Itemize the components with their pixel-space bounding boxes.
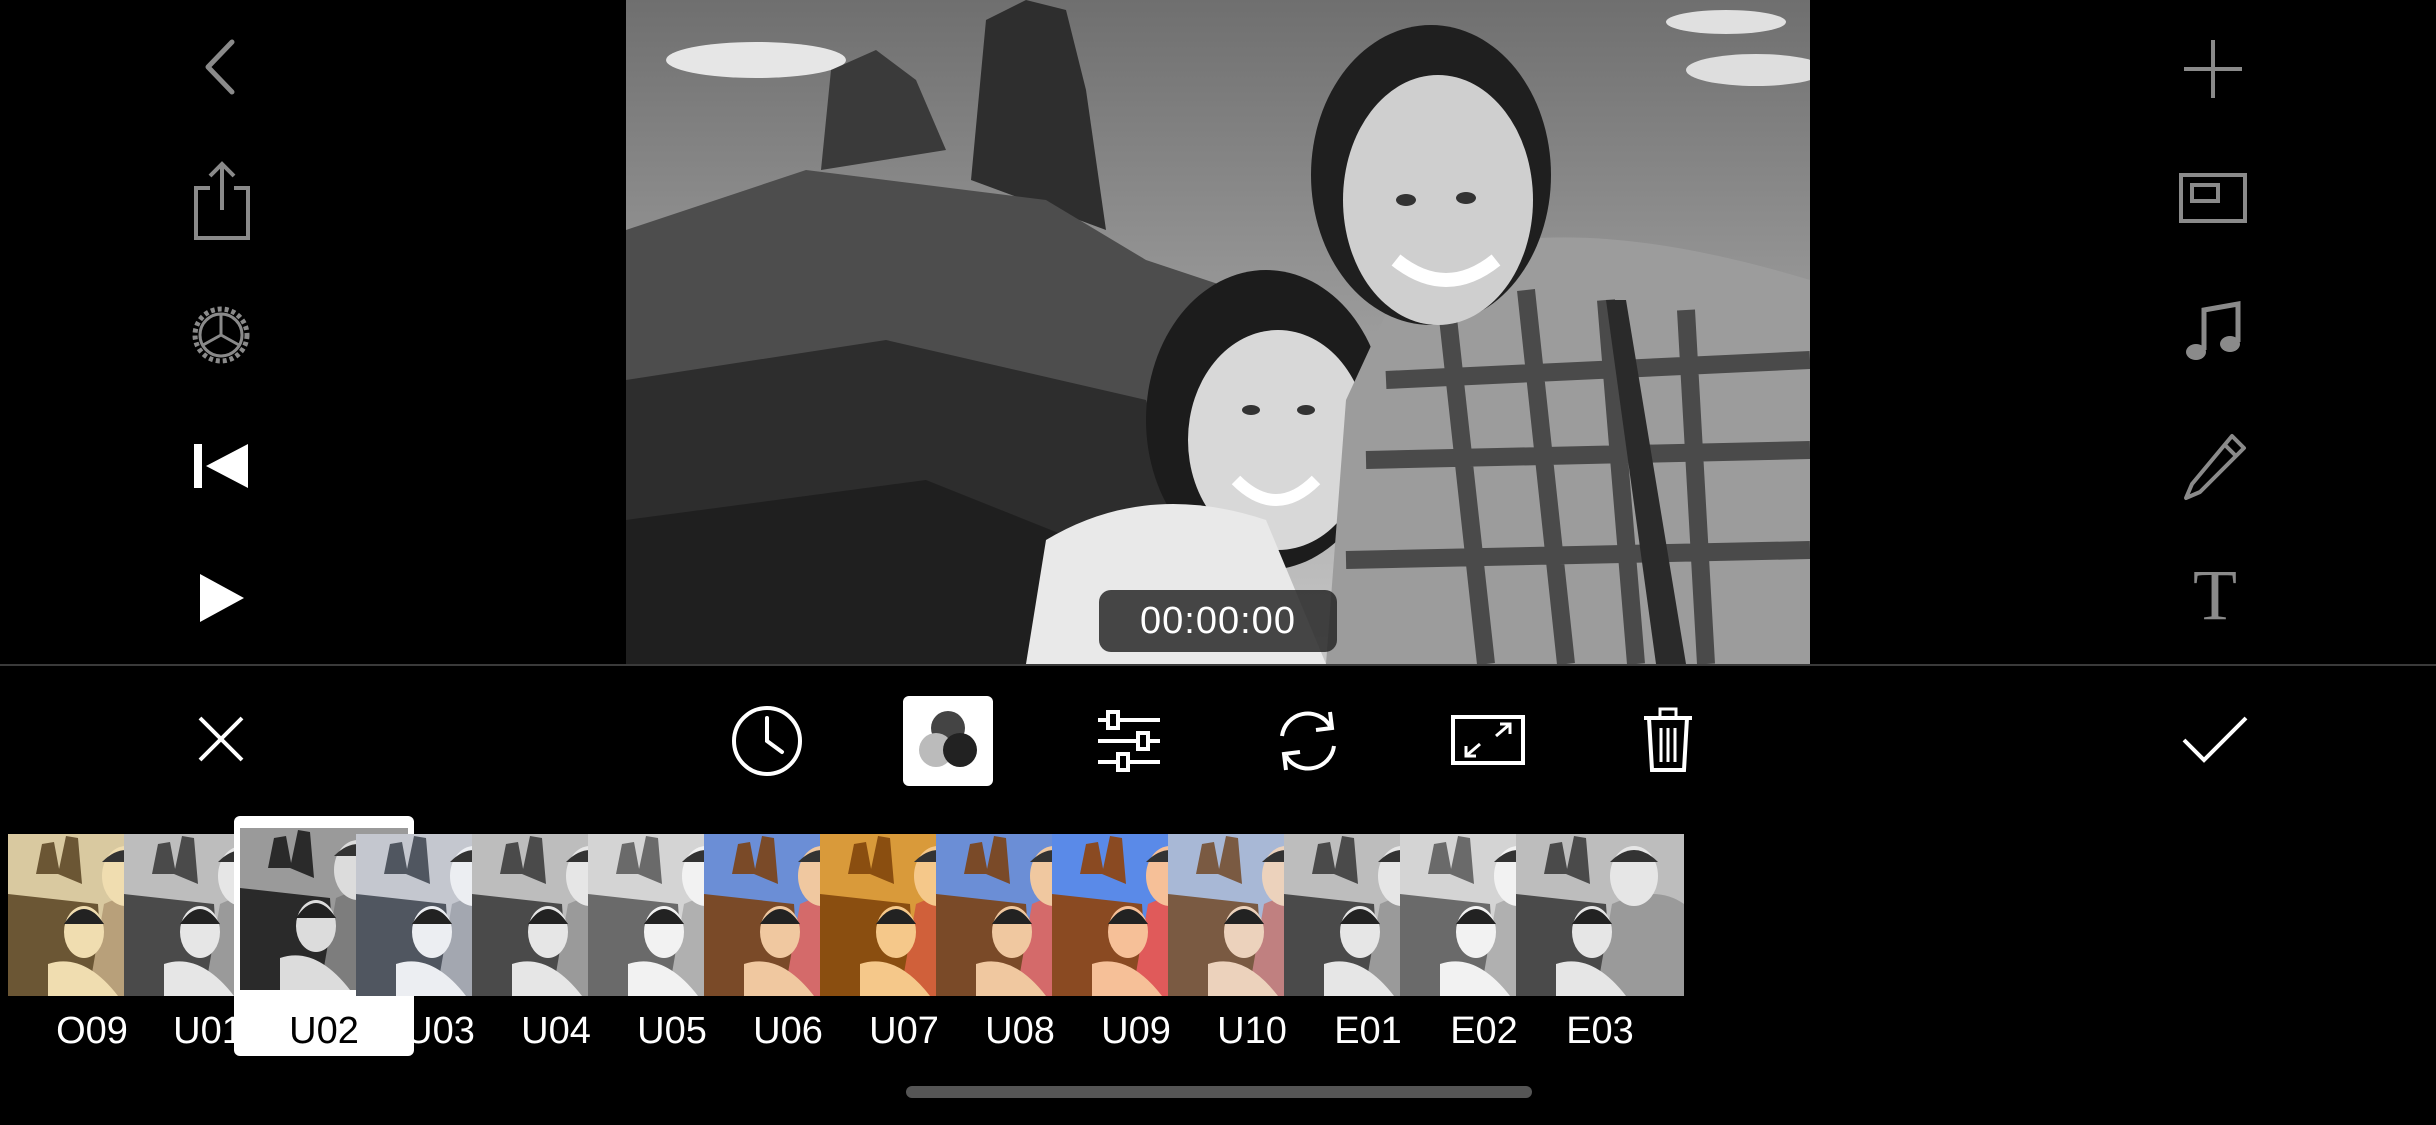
timecode-label: 00:00:00 (1099, 590, 1337, 652)
duration-button[interactable] (730, 704, 804, 778)
resize-icon (1451, 715, 1525, 765)
pencil-icon (2184, 434, 2246, 500)
music-button[interactable] (2184, 300, 2244, 366)
filter-button[interactable] (903, 696, 993, 786)
aspect-ratio-button[interactable] (2178, 172, 2248, 224)
resize-button[interactable] (1450, 714, 1526, 766)
rotate-button[interactable] (1268, 704, 1348, 778)
close-icon (198, 716, 244, 762)
music-icon (2186, 301, 2241, 360)
cancel-button[interactable] (196, 714, 246, 764)
filter-thumb[interactable]: E03 (1516, 824, 1684, 1052)
filter-preview-image (1516, 834, 1684, 996)
play-button[interactable] (196, 570, 248, 626)
settings-gear-icon (192, 306, 250, 364)
share-button[interactable] (190, 158, 254, 242)
filter-label: E03 (1566, 1010, 1634, 1052)
draw-button[interactable] (2182, 432, 2248, 502)
video-preview[interactable] (626, 0, 1810, 664)
text-button[interactable]: T (2182, 555, 2248, 635)
back-chevron-icon (205, 39, 235, 95)
divider (0, 664, 2436, 666)
filter-strip[interactable]: O09 U01 U02 U03 U04 U05 U06 U07 U08 U09 U10 E01 E02 E… (0, 812, 2436, 1062)
aspect-ratio-icon (2179, 173, 2247, 223)
back-button[interactable] (196, 36, 248, 98)
clock-icon (732, 706, 802, 776)
adjust-button[interactable] (1096, 708, 1162, 774)
skip-to-start-button[interactable] (192, 438, 252, 494)
add-icon (2184, 40, 2242, 98)
delete-button[interactable] (1642, 706, 1694, 774)
filter-icon (919, 711, 977, 767)
rotate-icon (1280, 711, 1336, 771)
checkmark-icon (2182, 716, 2248, 763)
play-icon (200, 574, 244, 622)
home-indicator[interactable] (906, 1086, 1532, 1098)
adjust-sliders-icon (1098, 710, 1160, 772)
text-icon: T (2193, 555, 2237, 635)
add-button[interactable] (2182, 38, 2244, 100)
confirm-button[interactable] (2180, 712, 2250, 766)
share-icon (194, 161, 250, 240)
preview-image (626, 0, 1810, 664)
settings-button[interactable] (188, 302, 254, 368)
trash-icon (1644, 707, 1692, 772)
skip-to-start-icon (194, 444, 248, 488)
